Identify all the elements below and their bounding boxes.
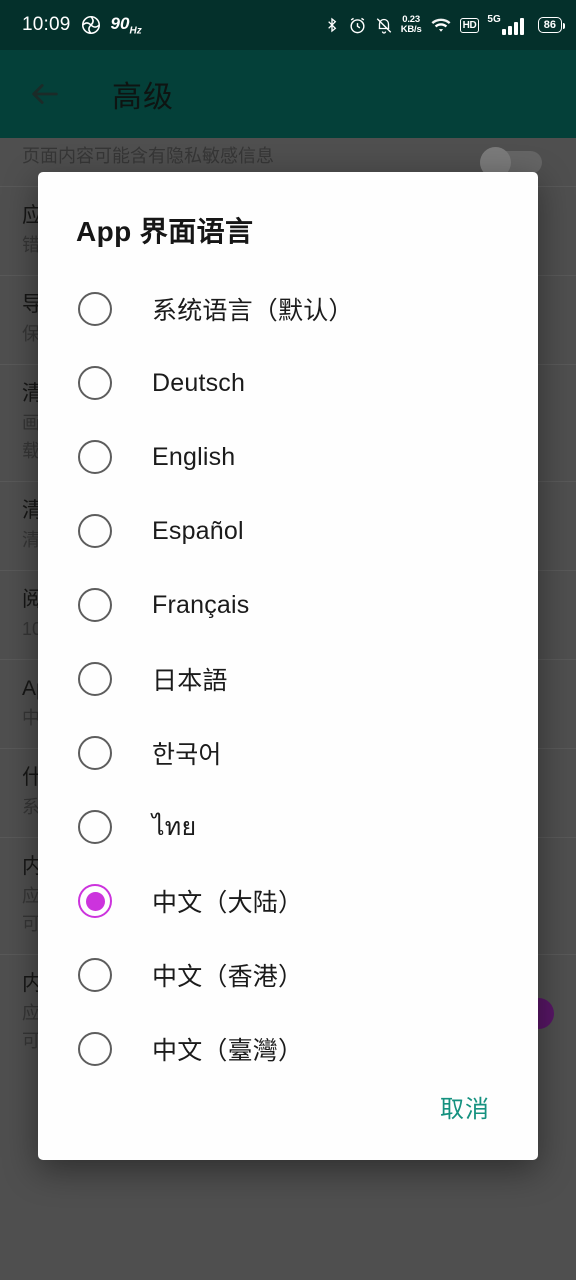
language-option-label: Français (152, 590, 250, 619)
hd-icon: HD (459, 17, 480, 33)
radio-icon[interactable] (78, 440, 112, 474)
language-option-label: English (152, 442, 236, 471)
language-option-korean[interactable]: 한국어 (38, 716, 538, 790)
language-option-francais[interactable]: Français (38, 568, 538, 642)
radio-icon[interactable] (78, 810, 112, 844)
language-option-label: ไทย (152, 813, 197, 841)
app-bar: 高级 (0, 50, 576, 138)
radio-icon[interactable] (78, 588, 112, 622)
radio-icon[interactable] (78, 292, 112, 326)
language-option-label: 中文（臺灣） (152, 1037, 304, 1065)
language-option-thai[interactable]: ไทย (38, 790, 538, 864)
language-option-label: Deutsch (152, 368, 246, 397)
bluetooth-icon (327, 17, 337, 33)
aperture-icon (81, 15, 100, 35)
radio-icon[interactable] (78, 1032, 112, 1066)
mute-bell-icon (376, 17, 391, 34)
language-option-system[interactable]: 系统语言（默认） (38, 272, 538, 346)
language-option-list: 系统语言（默认） Deutsch English Español Françai… (38, 272, 538, 1081)
language-option-japanese[interactable]: 日本語 (38, 642, 538, 716)
radio-icon[interactable] (78, 736, 112, 770)
status-clock: 10:09 (22, 13, 71, 35)
radio-icon[interactable] (78, 958, 112, 992)
language-option-label: 中文（香港） (152, 963, 304, 991)
dialog-actions: 取消 (38, 1081, 538, 1160)
alarm-icon (350, 17, 365, 33)
language-option-deutsch[interactable]: Deutsch (38, 346, 538, 420)
language-option-label: 系统语言（默认） (152, 297, 354, 325)
phone-screen: 页面内容可能含有隐私敏感信息 应用崩溃日志 错误报告与调试信息 导出数据备份 保… (0, 0, 576, 1280)
radio-icon[interactable] (78, 366, 112, 400)
radio-icon[interactable] (78, 662, 112, 696)
dialog-title: App 界面语言 (76, 216, 254, 247)
language-option-chinese-hongkong[interactable]: 中文（香港） (38, 938, 538, 1012)
signal-bars-icon: 5G (487, 15, 529, 35)
radio-icon-selected[interactable] (78, 884, 112, 918)
wifi-icon (431, 18, 451, 32)
battery-icon: 86 (537, 17, 566, 33)
back-arrow-icon[interactable] (16, 77, 74, 111)
language-option-chinese-taiwan[interactable]: 中文（臺灣） (38, 1012, 538, 1081)
refresh-rate-label: 90Hz (110, 13, 142, 37)
language-option-english[interactable]: English (38, 420, 538, 494)
radio-icon[interactable] (78, 514, 112, 548)
language-option-label: 中文（大陆） (152, 889, 304, 917)
language-option-chinese-mainland[interactable]: 中文（大陆） (38, 864, 538, 938)
network-gen-label: 5G (487, 14, 501, 25)
language-option-label: Español (152, 516, 244, 545)
language-dialog: App 界面语言 系统语言（默认） Deutsch English Españo… (38, 172, 538, 1160)
language-option-label: 日本語 (152, 667, 228, 695)
cancel-button[interactable]: 取消 (436, 1081, 494, 1132)
network-speed-indicator: 0.23 KB/s (400, 14, 422, 35)
status-bar: 10:09 90Hz 0.23 KB/s HD 5G 86 (0, 0, 576, 50)
page-title: 高级 (112, 81, 174, 114)
language-option-espanol[interactable]: Español (38, 494, 538, 568)
language-option-label: 한국어 (152, 741, 222, 769)
